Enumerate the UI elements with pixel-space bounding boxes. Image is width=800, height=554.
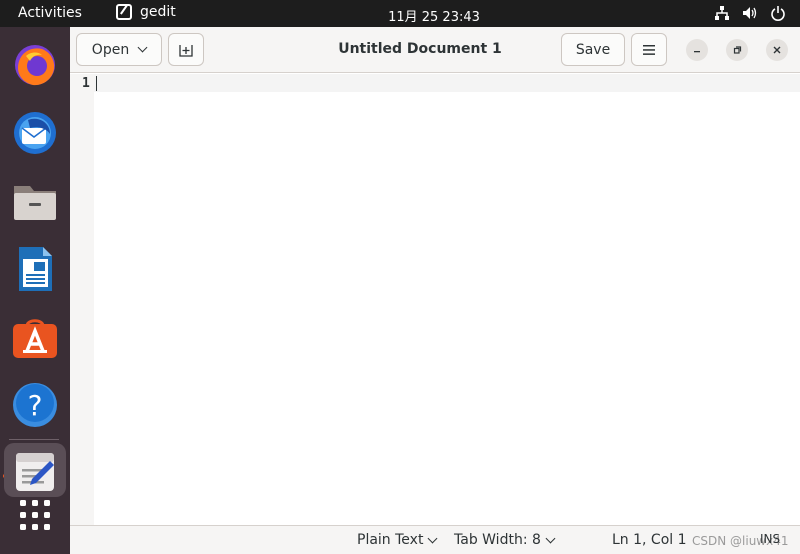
gedit-window: Open Untitled Document 1 Save 1 Plain Te…	[70, 27, 800, 554]
open-label: Open	[91, 41, 130, 58]
close-button[interactable]	[766, 39, 788, 61]
firefox-icon[interactable]	[10, 40, 60, 90]
line-number: 1	[82, 76, 90, 91]
current-line-highlight	[94, 74, 800, 92]
new-document-icon	[179, 44, 193, 57]
text-editor-icon[interactable]	[4, 443, 66, 497]
restore-icon	[733, 46, 742, 54]
cursor-position-label: Ln 1, Col 1	[612, 532, 687, 548]
chevron-down-icon	[137, 42, 148, 53]
help-icon[interactable]: ?	[10, 380, 60, 430]
network-icon[interactable]	[714, 5, 730, 21]
clock[interactable]: 11月 25 23:43	[0, 6, 800, 25]
show-apps-icon[interactable]	[10, 490, 60, 540]
svg-text:?: ?	[28, 389, 43, 422]
volume-icon[interactable]	[742, 5, 758, 21]
thunderbird-icon[interactable]	[10, 108, 60, 158]
minimize-button[interactable]	[686, 39, 708, 61]
header-bar: Open Untitled Document 1 Save	[70, 27, 800, 73]
tab-width-label: Tab Width: 8	[454, 532, 541, 548]
cursor-position[interactable]: Ln 1, Col 1	[612, 532, 687, 548]
status-bar: Plain Text Tab Width: 8 Ln 1, Col 1 CSDN…	[70, 525, 800, 554]
new-tab-button[interactable]	[168, 33, 204, 66]
minimize-icon	[694, 51, 700, 53]
language-label: Plain Text	[357, 532, 424, 548]
tab-width-selector[interactable]: Tab Width: 8	[454, 532, 556, 548]
text-cursor	[96, 76, 97, 91]
open-button[interactable]: Open	[76, 33, 162, 66]
ubuntu-software-icon[interactable]	[10, 312, 60, 362]
insert-mode-indicator: INS	[760, 532, 780, 546]
libreoffice-writer-icon[interactable]	[10, 244, 60, 294]
power-icon[interactable]	[770, 5, 786, 21]
maximize-button[interactable]	[726, 39, 748, 61]
line-number-gutter: 1	[70, 74, 94, 525]
chevron-down-icon	[545, 533, 556, 543]
save-button[interactable]: Save	[561, 33, 625, 66]
save-label: Save	[575, 41, 611, 58]
files-icon[interactable]	[10, 176, 60, 226]
main-menu-button[interactable]	[631, 33, 667, 66]
top-bar: Activities gedit 11月 25 23:43	[0, 0, 800, 27]
insert-mode-label: INS	[760, 532, 781, 546]
language-selector[interactable]: Plain Text	[357, 532, 438, 548]
dock-separator	[9, 439, 59, 440]
window-title: Untitled Document 1	[338, 41, 502, 57]
system-tray[interactable]	[714, 5, 786, 21]
dock: ?	[0, 27, 70, 554]
chevron-down-icon	[428, 533, 438, 543]
text-editor-area[interactable]: 1	[70, 74, 800, 525]
close-icon	[773, 46, 781, 54]
hamburger-icon	[643, 44, 655, 55]
